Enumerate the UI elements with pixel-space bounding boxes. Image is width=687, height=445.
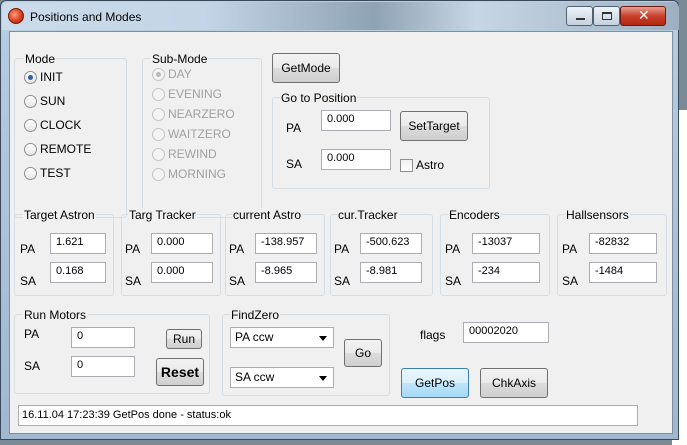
mode-group-label: Mode bbox=[24, 52, 57, 66]
panel-targ-tracker-sa[interactable]: 0.000 bbox=[151, 262, 213, 283]
client-area: Mode INIT SUN CLOCK REMOTE TEST Sub-Mode… bbox=[9, 31, 673, 434]
submode-radio-evening[interactable] bbox=[152, 88, 165, 101]
mode-label-sun: SUN bbox=[40, 94, 66, 108]
panel-hallsensors-pa-label: PA bbox=[562, 242, 578, 256]
minimize-icon bbox=[576, 18, 585, 20]
mode-label-clock: CLOCK bbox=[40, 118, 82, 132]
submode-radio-rewind[interactable] bbox=[152, 148, 165, 161]
mode-label-init: INIT bbox=[40, 70, 63, 84]
close-icon: ✕ bbox=[638, 8, 650, 24]
goto-pa-label: PA bbox=[286, 121, 302, 135]
window-title: Positions and Modes bbox=[30, 10, 142, 24]
title-bar[interactable]: Positions and Modes ✕ bbox=[2, 2, 679, 30]
mode-label-test: TEST bbox=[40, 166, 71, 180]
panel-current-astro-pa-label: PA bbox=[229, 242, 245, 256]
panel-encoders-sa[interactable]: -234 bbox=[472, 262, 540, 283]
getpos-button[interactable]: GetPos bbox=[401, 368, 469, 398]
app-window: Positions and Modes ✕ Mode INIT SUN CLOC… bbox=[0, 0, 679, 440]
goto-sa-label: SA bbox=[286, 157, 303, 171]
goto-sa-input[interactable]: 0.000 bbox=[321, 149, 391, 170]
mode-radio-remote[interactable] bbox=[24, 143, 37, 156]
panel-encoders-pa-label: PA bbox=[445, 242, 461, 256]
chevron-down-icon bbox=[319, 376, 327, 381]
panel-targ-tracker-pa[interactable]: 0.000 bbox=[151, 233, 213, 254]
submode-group-label: Sub-Mode bbox=[151, 52, 209, 66]
reset-button[interactable]: Reset bbox=[156, 358, 204, 386]
flags-label: flags bbox=[420, 328, 446, 342]
astro-label: Astro bbox=[416, 158, 445, 172]
panel-cur-tracker-pa[interactable]: -500.623 bbox=[360, 233, 422, 254]
mode-radio-test[interactable] bbox=[24, 167, 37, 180]
panel-target-astron-sa-label: SA bbox=[20, 274, 37, 288]
findzero-axis-select-2-value: SA ccw bbox=[235, 370, 275, 384]
status-field: 16.11.04 17:23:39 GetPos done - status:o… bbox=[18, 405, 638, 426]
panel-current-astro-sa[interactable]: -8.965 bbox=[255, 262, 317, 283]
panel-encoders-sa-label: SA bbox=[445, 274, 462, 288]
runmotors-pa-input[interactable]: 0 bbox=[71, 327, 135, 348]
submode-label-rewind: REWIND bbox=[168, 147, 217, 161]
go-button[interactable]: Go bbox=[344, 339, 382, 367]
mode-label-remote: REMOTE bbox=[40, 142, 92, 156]
panel-target-astron-label: Target Astron bbox=[23, 208, 96, 222]
submode-label-day: DAY bbox=[168, 67, 192, 81]
close-button[interactable]: ✕ bbox=[620, 6, 666, 26]
submode-radio-day[interactable] bbox=[152, 68, 165, 81]
goto-pa-input[interactable]: 0.000 bbox=[321, 110, 391, 131]
panel-targ-tracker-sa-label: SA bbox=[125, 274, 142, 288]
panel-cur-tracker-label: cur.Tracker bbox=[337, 208, 399, 222]
findzero-group-label: FindZero bbox=[230, 308, 281, 322]
panel-hallsensors-label: Hallsensors bbox=[565, 208, 630, 222]
panel-target-astron-pa[interactable]: 1.621 bbox=[50, 233, 106, 254]
minimize-button[interactable] bbox=[566, 6, 593, 26]
panel-encoders-pa[interactable]: -13037 bbox=[472, 233, 540, 254]
runmotors-group-label: Run Motors bbox=[23, 308, 88, 322]
mode-radio-clock[interactable] bbox=[24, 119, 37, 132]
panel-current-astro-label: current Astro bbox=[232, 208, 303, 222]
panel-hallsensors-sa-label: SA bbox=[562, 274, 579, 288]
panel-target-astron-sa[interactable]: 0.168 bbox=[50, 262, 106, 283]
settarget-button[interactable]: SetTarget bbox=[400, 111, 468, 141]
panel-cur-tracker-pa-label: PA bbox=[334, 242, 350, 256]
chevron-down-icon bbox=[319, 336, 327, 341]
chkaxis-button[interactable]: ChkAxis bbox=[480, 368, 548, 398]
panel-cur-tracker-sa[interactable]: -8.981 bbox=[360, 262, 422, 283]
findzero-axis-select-1[interactable]: PA ccw bbox=[230, 327, 334, 348]
panel-targ-tracker-pa-label: PA bbox=[125, 242, 141, 256]
runmotors-sa-label: SA bbox=[24, 359, 41, 373]
flags-field[interactable]: 00002020 bbox=[463, 322, 549, 343]
panel-cur-tracker-sa-label: SA bbox=[334, 274, 351, 288]
panel-targ-tracker-label: Targ Tracker bbox=[128, 208, 197, 222]
panel-current-astro-pa[interactable]: -138.957 bbox=[255, 233, 317, 254]
panel-current-astro-sa-label: SA bbox=[229, 274, 246, 288]
maximize-icon bbox=[602, 12, 612, 20]
mode-radio-sun[interactable] bbox=[24, 95, 37, 108]
panel-target-astron-pa-label: PA bbox=[20, 242, 36, 256]
maximize-button[interactable] bbox=[593, 6, 620, 26]
goto-group-label: Go to Position bbox=[280, 91, 358, 105]
mode-radio-init[interactable] bbox=[24, 71, 37, 84]
findzero-axis-select-2[interactable]: SA ccw bbox=[230, 367, 334, 388]
submode-radio-morning[interactable] bbox=[152, 168, 165, 181]
submode-label-nearzero: NEARZERO bbox=[168, 107, 235, 121]
getmode-button[interactable]: GetMode bbox=[272, 53, 340, 83]
runmotors-sa-input[interactable]: 0 bbox=[71, 356, 135, 377]
run-button[interactable]: Run bbox=[166, 329, 202, 349]
submode-radio-waitzero[interactable] bbox=[152, 128, 165, 141]
app-icon bbox=[8, 8, 24, 24]
panel-hallsensors-pa[interactable]: -82832 bbox=[589, 233, 657, 254]
findzero-axis-select-1-value: PA ccw bbox=[235, 330, 274, 344]
runmotors-pa-label: PA bbox=[24, 327, 40, 341]
panel-hallsensors-sa[interactable]: -1484 bbox=[589, 262, 657, 283]
submode-label-waitzero: WAITZERO bbox=[168, 127, 231, 141]
submode-label-evening: EVENING bbox=[168, 87, 223, 101]
astro-checkbox[interactable] bbox=[400, 159, 413, 172]
panel-encoders-label: Encoders bbox=[448, 208, 501, 222]
submode-radio-nearzero[interactable] bbox=[152, 108, 165, 121]
submode-label-morning: MORNING bbox=[168, 167, 226, 181]
